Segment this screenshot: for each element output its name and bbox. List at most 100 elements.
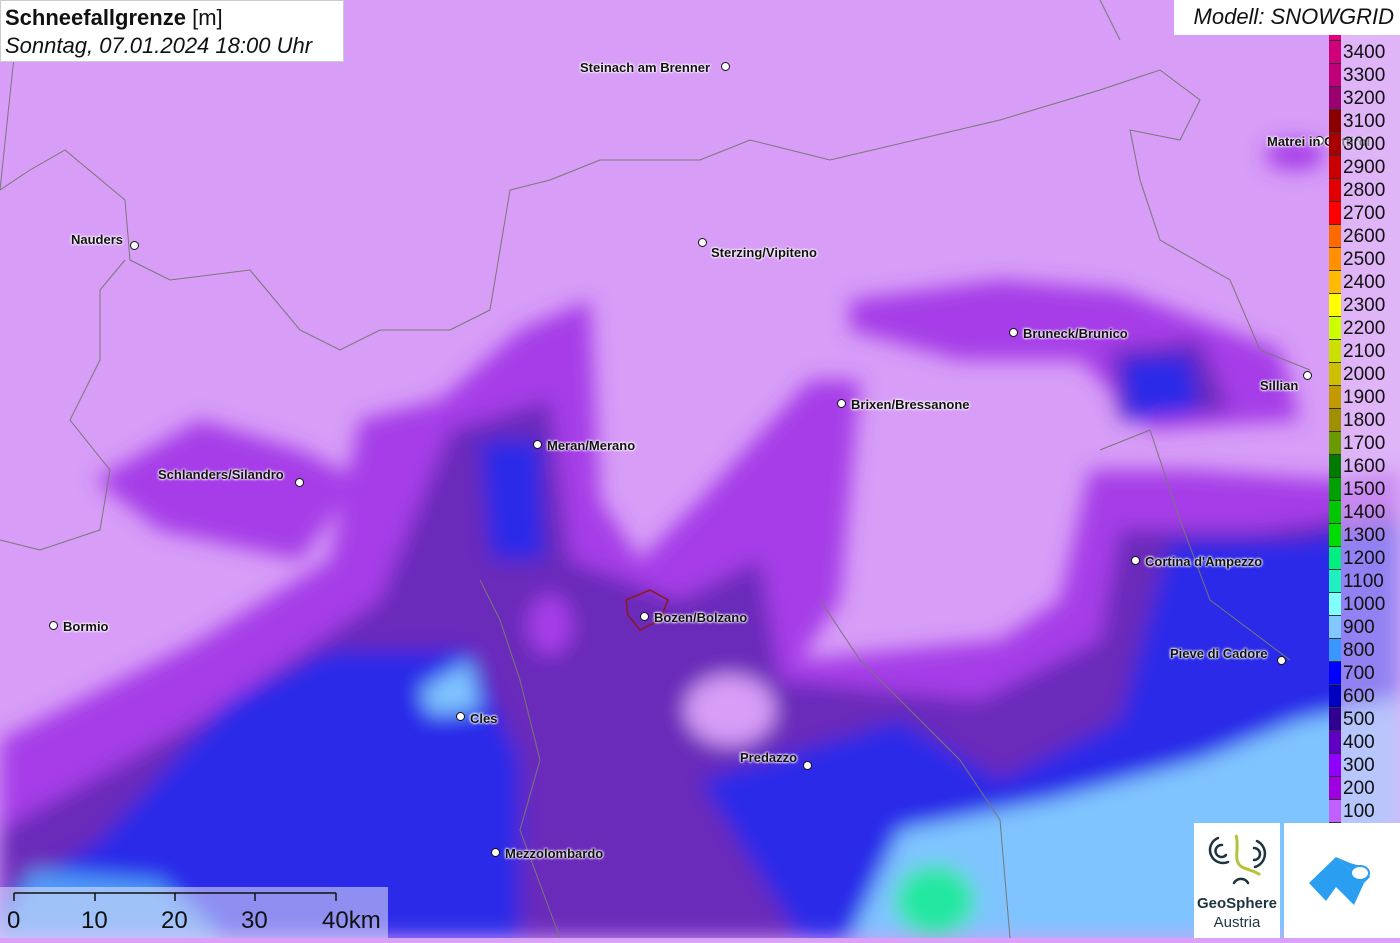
- legend-label: 600: [1343, 686, 1375, 707]
- legend-entry: 800: [1329, 639, 1400, 662]
- legend-label: 1600: [1343, 456, 1386, 477]
- city-marker-icon[interactable]: [1131, 556, 1140, 565]
- city-marker-icon[interactable]: [698, 238, 707, 247]
- legend-label: 1400: [1343, 502, 1386, 523]
- legend-label: 2500: [1343, 249, 1386, 270]
- city-marker-icon[interactable]: [130, 241, 139, 250]
- scale-tick-20: 20: [161, 907, 188, 934]
- legend-swatch: [1329, 800, 1341, 823]
- map-title-box: Schneefallgrenze [m] Sonntag, 07.01.2024…: [0, 0, 344, 62]
- legend-entry: 2200: [1329, 317, 1400, 340]
- geosphere-logo[interactable]: GeoSphere Austria: [1194, 823, 1280, 938]
- legend-entry: 2700: [1329, 202, 1400, 225]
- legend-label: 500: [1343, 709, 1375, 730]
- legend-swatch: [1329, 156, 1341, 179]
- city-label: Brixen/Bressanone: [851, 397, 970, 412]
- legend-entry: 1900: [1329, 386, 1400, 409]
- legend-swatch: [1329, 271, 1341, 294]
- legend-entry: 1200: [1329, 547, 1400, 570]
- legend-swatch: [1329, 478, 1341, 501]
- geosphere-country: Austria: [1213, 914, 1261, 931]
- legend-entry: 2500: [1329, 248, 1400, 271]
- legend-entry: 2600: [1329, 225, 1400, 248]
- legend-label: 900: [1343, 617, 1375, 638]
- legend-swatch: [1329, 662, 1341, 685]
- city-marker-icon[interactable]: [803, 761, 812, 770]
- partner-logo[interactable]: [1284, 823, 1400, 938]
- legend-swatch: [1329, 570, 1341, 593]
- legend-label: 300: [1343, 755, 1375, 776]
- city-marker-icon[interactable]: [721, 62, 730, 71]
- map-unit: [m]: [192, 5, 223, 30]
- city-marker-icon[interactable]: [491, 848, 500, 857]
- legend-label: 200: [1343, 778, 1375, 799]
- city-marker-icon[interactable]: [1277, 656, 1286, 665]
- zone-1200m: [895, 865, 975, 935]
- legend-entry: 2900: [1329, 156, 1400, 179]
- legend-swatch: [1329, 110, 1341, 133]
- legend-entry: 2400: [1329, 271, 1400, 294]
- scale-tick-30: 30: [241, 907, 268, 934]
- legend-entry: 100: [1329, 800, 1400, 823]
- legend-label: 800: [1343, 640, 1375, 661]
- legend-swatch: [1329, 179, 1341, 202]
- legend-entry: 1700: [1329, 432, 1400, 455]
- legend-swatch: [1329, 731, 1341, 754]
- legend-entry: 900: [1329, 616, 1400, 639]
- legend-swatch: [1329, 64, 1341, 87]
- legend-label: 1900: [1343, 387, 1386, 408]
- map-datetime: Sonntag, 07.01.2024 18:00 Uhr: [5, 33, 313, 58]
- legend-swatch: [1329, 87, 1341, 110]
- legend-entry: 2000: [1329, 363, 1400, 386]
- city-marker-icon[interactable]: [1303, 371, 1312, 380]
- legend-entry: 3200: [1329, 87, 1400, 110]
- legend-label: 2100: [1343, 341, 1386, 362]
- legend-swatch: [1329, 225, 1341, 248]
- legend-label: 1200: [1343, 548, 1386, 569]
- color-legend: 3500340033003200310030002900280027002600…: [1329, 35, 1400, 825]
- city-label: Pieve di Cadore: [1170, 646, 1268, 661]
- legend-swatch: [1329, 501, 1341, 524]
- city-marker-icon[interactable]: [533, 440, 542, 449]
- legend-swatch: [1329, 616, 1341, 639]
- city-label: Sillian: [1260, 378, 1299, 393]
- legend-entry: 3100: [1329, 110, 1400, 133]
- legend-label: 3200: [1343, 88, 1386, 109]
- legend-swatch: [1329, 777, 1341, 800]
- legend-swatch: [1329, 386, 1341, 409]
- legend-label: 3400: [1343, 42, 1386, 63]
- legend-entry: 1100: [1329, 570, 1400, 593]
- city-label: Bormio: [63, 619, 109, 634]
- legend-entry: 3000: [1329, 133, 1400, 156]
- legend-label: 3300: [1343, 65, 1386, 86]
- legend-swatch: [1329, 593, 1341, 616]
- city-marker-icon[interactable]: [295, 478, 304, 487]
- city-label: Meran/Merano: [547, 438, 636, 453]
- city-label: Predazzo: [740, 750, 798, 765]
- city-marker-icon[interactable]: [640, 612, 649, 621]
- city-marker-icon[interactable]: [49, 621, 58, 630]
- legend-entry: 300: [1329, 754, 1400, 777]
- legend-entry: 1300: [1329, 524, 1400, 547]
- mountain-cloud-icon: [1309, 857, 1370, 905]
- legend-swatch: [1329, 639, 1341, 662]
- legend-label: 1700: [1343, 433, 1386, 454]
- zone-700m-mer: [480, 440, 545, 560]
- map-title: Schneefallgrenze: [5, 5, 186, 30]
- city-marker-icon[interactable]: [837, 399, 846, 408]
- legend-entry: 3400: [1329, 41, 1400, 64]
- legend-swatch: [1329, 363, 1341, 386]
- city-label: Sterzing/Vipiteno: [711, 245, 817, 260]
- legend-entry: 400: [1329, 731, 1400, 754]
- city-marker-icon[interactable]: [1009, 328, 1018, 337]
- city-label: Steinach am Brenner: [580, 60, 711, 75]
- city-marker-icon[interactable]: [456, 712, 465, 721]
- legend-swatch: [1329, 432, 1341, 455]
- legend-swatch: [1329, 708, 1341, 731]
- legend-label: 400: [1343, 732, 1375, 753]
- model-label: Modell: SNOWGRID: [1174, 0, 1400, 35]
- legend-label: 1500: [1343, 479, 1386, 500]
- legend-swatch: [1329, 685, 1341, 708]
- legend-swatch: [1329, 524, 1341, 547]
- legend-label: 2400: [1343, 272, 1386, 293]
